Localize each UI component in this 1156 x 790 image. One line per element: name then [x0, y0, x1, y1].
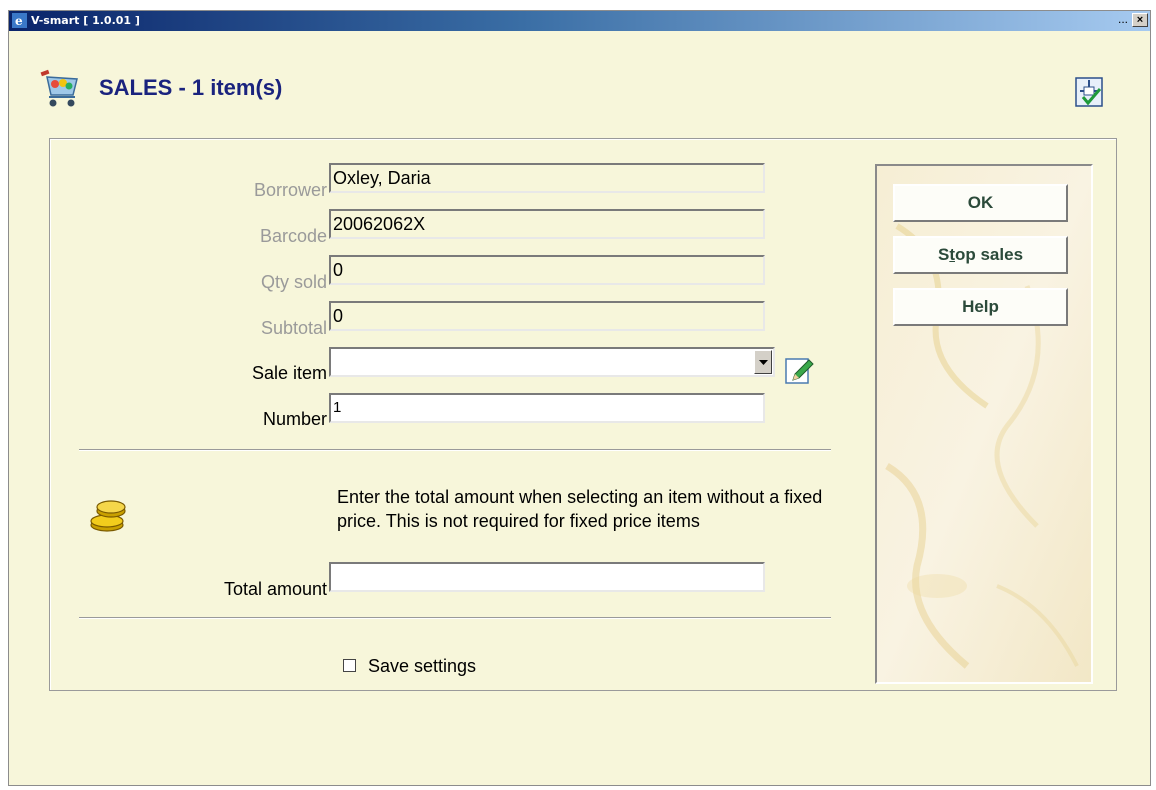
borrower-field: Oxley, Daria [329, 163, 765, 193]
number-input[interactable]: 1 [329, 393, 765, 423]
number-label: Number [262, 409, 327, 429]
subtotal-label: Subtotal [260, 318, 327, 338]
save-settings-row[interactable]: Save settings [343, 656, 476, 677]
close-button[interactable]: × [1132, 13, 1148, 27]
divider-bottom [79, 617, 831, 619]
application-window: e V-smart [ 1.0.01 ] ... × SALES - 1 ite… [8, 10, 1151, 786]
barcode-label: Barcode [259, 226, 327, 246]
pencil-icon[interactable] [785, 356, 815, 386]
page-title: SALES - 1 item(s) [99, 75, 283, 100]
close-icon: × [1136, 14, 1144, 26]
confirm-checkmark-icon[interactable] [1075, 77, 1103, 107]
sale-item-dropdown-button[interactable] [754, 350, 772, 374]
ok-button[interactable]: OK [893, 184, 1068, 222]
title-dots: ... [1117, 12, 1128, 26]
window-title: V-smart [ 1.0.01 ] [31, 14, 140, 27]
sale-item-label: Sale item [251, 363, 327, 383]
sale-item-select[interactable] [329, 347, 775, 377]
help-button[interactable]: Help [893, 288, 1068, 326]
save-settings-checkbox[interactable] [343, 658, 356, 672]
browser-icon: e [12, 13, 27, 28]
stop-sales-label-suffix: op sales [954, 245, 1024, 264]
title-bar: e V-smart [ 1.0.01 ] ... × [9, 11, 1150, 31]
stop-sales-label-prefix: S [937, 245, 950, 264]
total-amount-input[interactable] [329, 562, 765, 592]
divider-top [79, 449, 831, 451]
chevron-down-icon [759, 360, 768, 365]
qty-sold-label: Qty sold [260, 272, 327, 292]
coins-icon [90, 500, 126, 532]
borrower-label: Borrower [253, 180, 327, 200]
subtotal-field: 0 [329, 301, 765, 331]
barcode-field: 20062062X [329, 209, 765, 239]
total-amount-label: Total amount [223, 579, 327, 599]
info-text: Enter the total amount when selecting an… [337, 487, 823, 531]
qty-sold-field: 0 [329, 255, 765, 285]
button-panel: OK Stop sales Help [875, 164, 1093, 684]
svg-text:e: e [15, 14, 23, 28]
shopping-cart-icon [40, 69, 78, 107]
stop-sales-button[interactable]: Stop sales [893, 236, 1068, 274]
save-settings-label: Save settings [368, 656, 477, 676]
